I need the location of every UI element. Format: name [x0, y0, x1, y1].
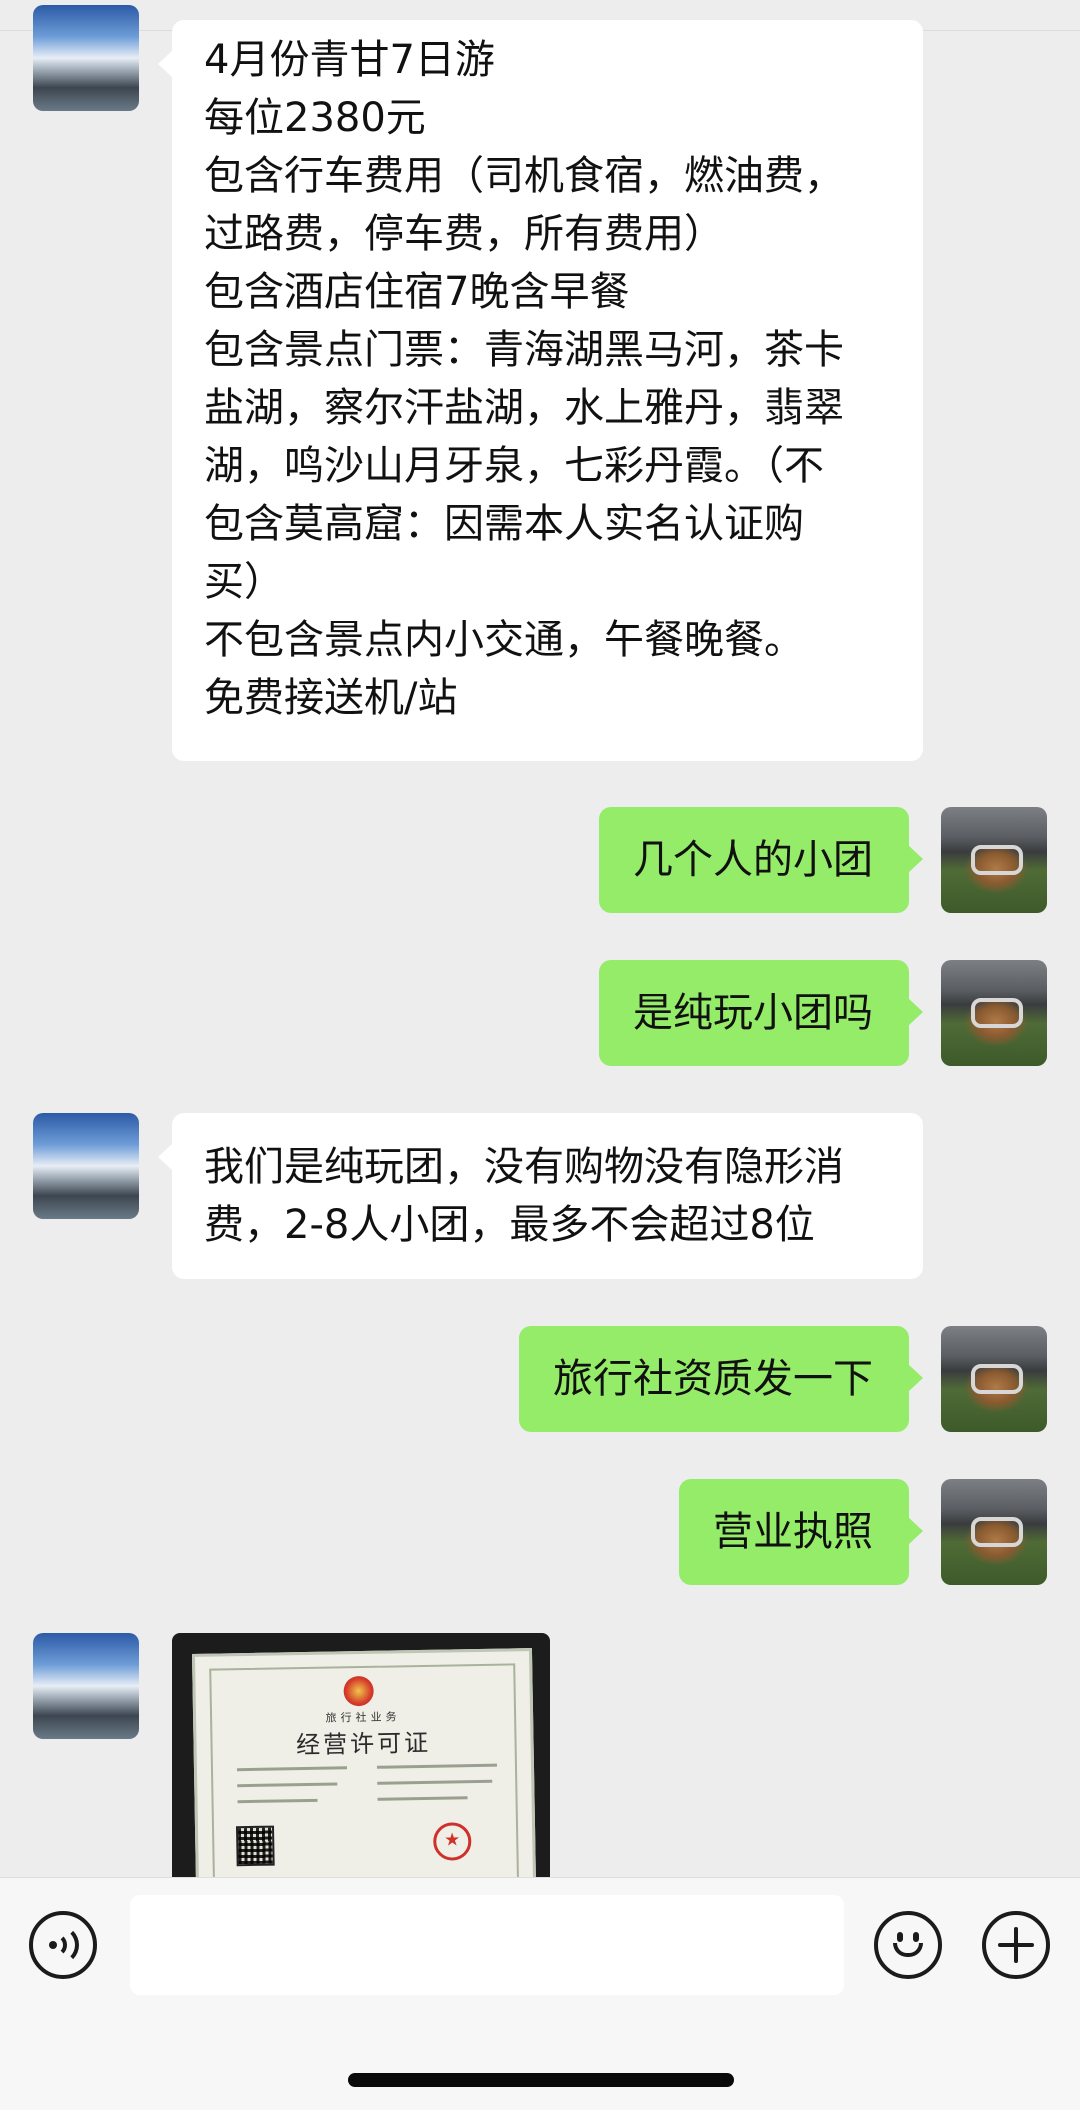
message-line: 不包含景点内小交通，午餐晚餐。	[204, 617, 804, 663]
message-text: 是纯玩小团吗	[633, 990, 873, 1036]
contact-avatar[interactable]	[33, 1633, 139, 1739]
more-options-button[interactable]	[982, 1911, 1050, 1979]
qr-code-icon	[235, 1825, 275, 1867]
voice-icon	[43, 1925, 83, 1965]
license-document: 旅行社业务 经营许可证	[191, 1648, 537, 1878]
user-avatar[interactable]	[941, 1326, 1047, 1432]
plus-icon	[998, 1927, 1034, 1963]
message-line: 包含行车费用（司机食宿，燃油费，	[204, 153, 844, 199]
contact-avatar[interactable]	[33, 5, 139, 111]
chat-screen: 4月份青甘7日游 每位2380元 包含行车费用（司机食宿，燃油费， 过路费，停车…	[0, 0, 1080, 2110]
voice-button[interactable]	[29, 1911, 97, 1979]
contact-avatar[interactable]	[33, 1113, 139, 1219]
message-bubble-self[interactable]: 几个人的小团	[599, 807, 923, 913]
message-bubble-other[interactable]: 我们是纯玩团，没有购物没有隐形消 费，2-8人小团，最多不会超过8位	[158, 1113, 923, 1279]
message-line: 包含莫高窟：因需本人实名认证购	[204, 501, 804, 547]
user-avatar[interactable]	[941, 960, 1047, 1066]
message-line: 费，2-8人小团，最多不会超过8位	[204, 1202, 815, 1248]
user-avatar[interactable]	[941, 807, 1047, 913]
message-line: 湖，鸣沙山月牙泉，七彩丹霞。（不	[204, 443, 824, 489]
message-line: 包含景点门票：青海湖黑马河，茶卡	[204, 327, 844, 373]
message-bubble-self[interactable]: 营业执照	[679, 1479, 923, 1585]
message-bubble-self[interactable]: 旅行社资质发一下	[519, 1326, 923, 1432]
business-license-image[interactable]: 旅行社业务 经营许可证	[172, 1633, 550, 1878]
message-text: 几个人的小团	[633, 837, 873, 883]
message-line: 每位2380元	[204, 95, 426, 141]
message-line: 买）	[204, 559, 284, 605]
message-line: 包含酒店住宿7晚含早餐	[204, 269, 630, 315]
message-line: 盐湖，察尔汗盐湖，水上雅丹，翡翠	[204, 385, 844, 431]
home-indicator[interactable]	[348, 2073, 734, 2087]
emoji-icon	[878, 1915, 938, 1975]
message-text: 营业执照	[713, 1509, 873, 1555]
message-line: 我们是纯玩团，没有购物没有隐形消	[204, 1144, 844, 1190]
user-avatar[interactable]	[941, 1479, 1047, 1585]
license-title: 经营许可证	[295, 1728, 432, 1760]
message-line: 过路费，停车费，所有费用）	[204, 211, 724, 257]
message-text: 旅行社资质发一下	[553, 1356, 873, 1402]
message-bubble-self[interactable]: 是纯玩小团吗	[599, 960, 923, 1066]
message-line: 免费接送机/站	[204, 675, 458, 721]
message-line: 4月份青甘7日游	[204, 37, 495, 83]
emoji-button[interactable]	[874, 1911, 942, 1979]
message-bubble-itinerary[interactable]: 4月份青甘7日游 每位2380元 包含行车费用（司机食宿，燃油费， 过路费，停车…	[158, 20, 923, 761]
message-input[interactable]	[130, 1895, 844, 1995]
